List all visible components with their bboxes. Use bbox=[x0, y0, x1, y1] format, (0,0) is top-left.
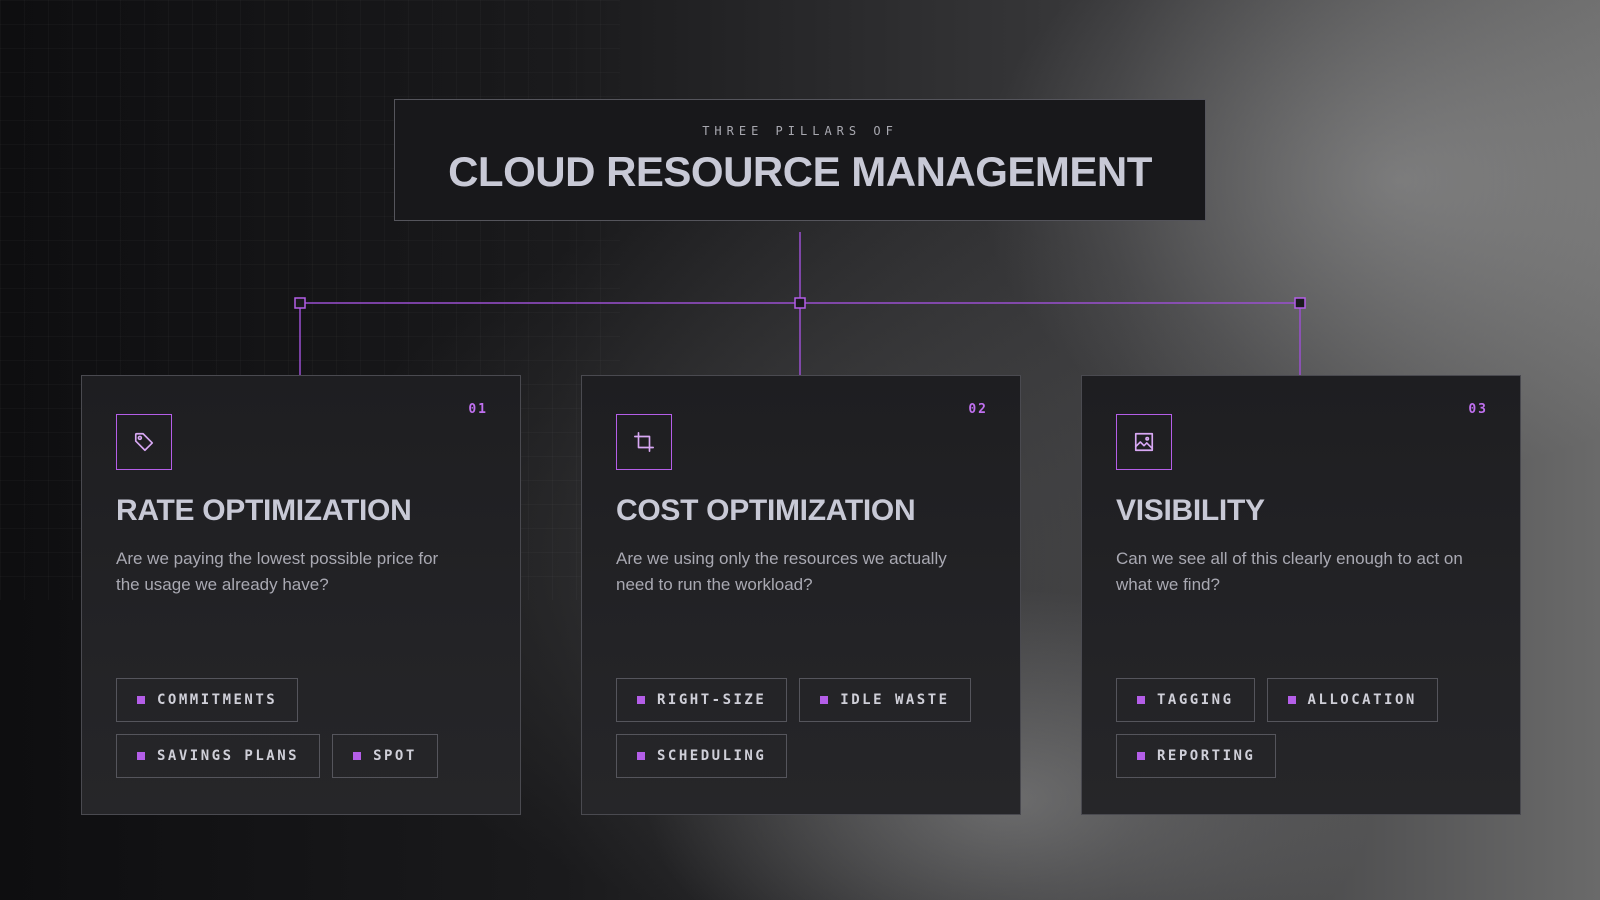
tag-label: REPORTING bbox=[1157, 748, 1256, 764]
pillar-description: Are we paying the lowest possible price … bbox=[116, 549, 439, 594]
tag-chip: RIGHT-SIZE bbox=[616, 678, 788, 722]
connector-node-2 bbox=[794, 297, 806, 309]
tag-icon bbox=[116, 414, 172, 470]
pillar-card-visibility: 03 VISIBILITY Can we see all of this cle… bbox=[1081, 375, 1521, 815]
pillar-number: 01 bbox=[468, 402, 488, 417]
tag-chip: SCHEDULING bbox=[616, 734, 788, 778]
bullet-square-icon bbox=[1137, 696, 1145, 704]
tag-label: TAGGING bbox=[1157, 692, 1234, 708]
pillar-title: RATE OPTIMIZATION bbox=[116, 494, 412, 527]
pillar-description: Are we using only the resources we actua… bbox=[616, 549, 947, 594]
pillar-card-cost-optimization: 02 COST OPTIMIZATION Are we using only t… bbox=[581, 375, 1021, 815]
tag-chip: SAVINGS PLANS bbox=[116, 734, 321, 778]
tag-chip: IDLE WASTE bbox=[799, 678, 971, 722]
connector-node-1 bbox=[294, 297, 306, 309]
tag-list: COMMITMENTS SAVINGS PLANS SPOT bbox=[116, 678, 496, 790]
bullet-square-icon bbox=[353, 752, 362, 760]
tag-list: TAGGING ALLOCATION REPORTING bbox=[1116, 678, 1496, 790]
tag-chip: SPOT bbox=[332, 734, 438, 778]
bullet-square-icon bbox=[1137, 752, 1145, 760]
tag-chip: ALLOCATION bbox=[1266, 678, 1438, 722]
bullet-square-icon bbox=[820, 696, 829, 704]
tag-label: SPOT bbox=[373, 748, 417, 764]
pillar-description: Can we see all of this clearly enough to… bbox=[1116, 549, 1463, 594]
bullet-square-icon bbox=[637, 752, 645, 760]
tag-label: SCHEDULING bbox=[657, 748, 767, 764]
pillar-number: 03 bbox=[1468, 402, 1488, 417]
tag-label: IDLE WASTE bbox=[840, 692, 950, 708]
bullet-square-icon bbox=[137, 752, 145, 760]
tag-label: ALLOCATION bbox=[1307, 692, 1417, 708]
bullet-square-icon bbox=[637, 696, 645, 704]
bullet-square-icon bbox=[137, 696, 145, 704]
tag-chip: TAGGING bbox=[1116, 678, 1255, 722]
pillar-card-rate-optimization: 01 RATE OPTIMIZATION Are we paying the l… bbox=[81, 375, 521, 815]
pillar-title: COST OPTIMIZATION bbox=[616, 494, 916, 527]
tag-label: RIGHT-SIZE bbox=[657, 692, 767, 708]
tag-chip: COMMITMENTS bbox=[116, 678, 299, 722]
pillar-number: 02 bbox=[968, 402, 988, 417]
pillar-title: VISIBILITY bbox=[1116, 494, 1265, 527]
tag-label: COMMITMENTS bbox=[157, 692, 278, 708]
connector-node-3 bbox=[1294, 297, 1306, 309]
tag-chip: REPORTING bbox=[1116, 734, 1277, 778]
bullet-square-icon bbox=[1287, 696, 1296, 704]
crop-icon bbox=[616, 414, 672, 470]
image-icon bbox=[1116, 414, 1172, 470]
tag-label: SAVINGS PLANS bbox=[157, 748, 300, 764]
tag-list: RIGHT-SIZE IDLE WASTE SCHEDULING bbox=[616, 678, 996, 790]
